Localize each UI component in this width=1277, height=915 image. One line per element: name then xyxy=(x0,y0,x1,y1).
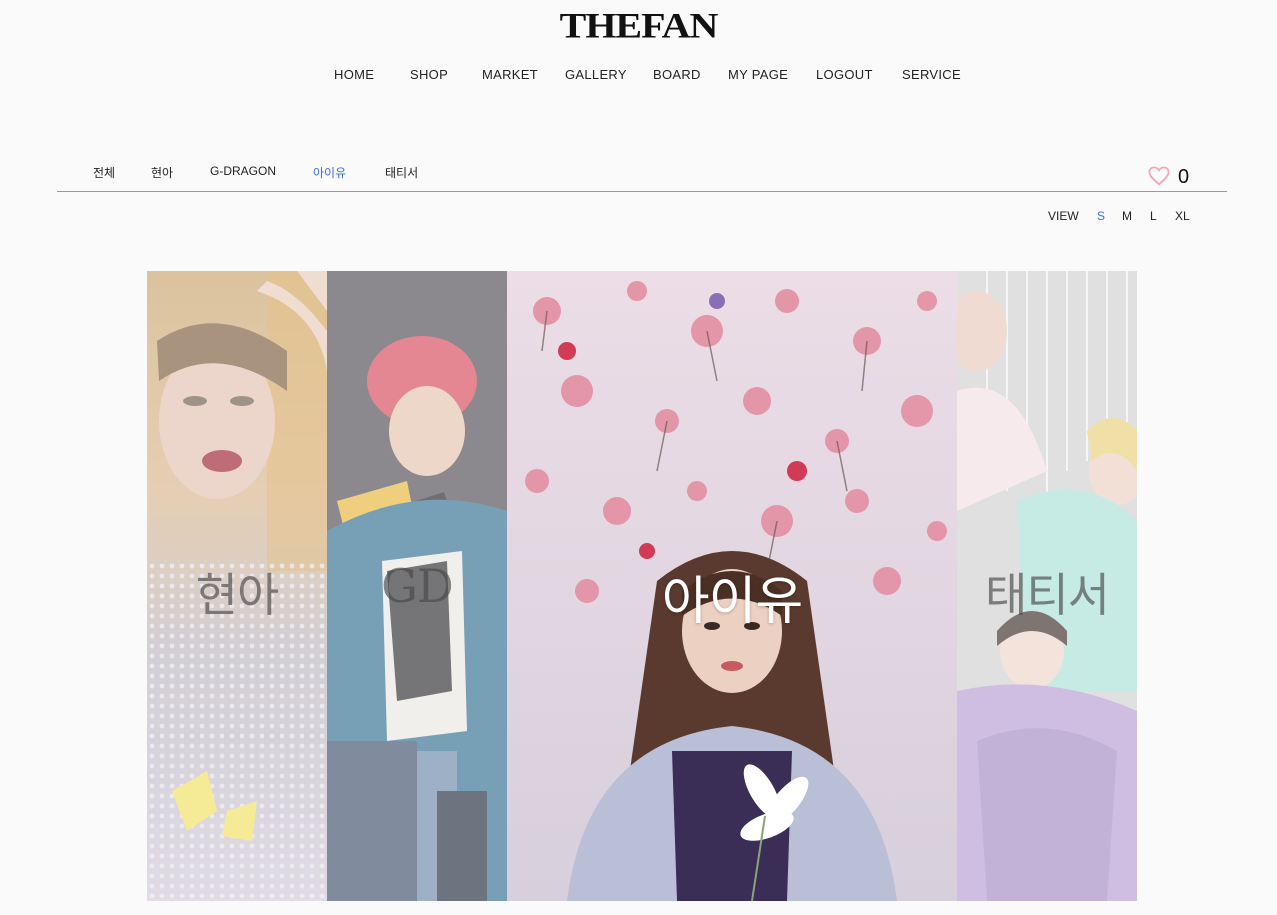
panel-caption: 현아 xyxy=(195,568,280,622)
view-label: VIEW xyxy=(1048,209,1079,223)
gallery-panel-gd[interactable]: GD xyxy=(327,271,507,901)
artist-gallery: 현아 GD 아이유 태티서 xyxy=(147,271,1137,901)
nav-home[interactable]: HOME xyxy=(334,67,374,82)
view-option-s[interactable]: S xyxy=(1097,209,1105,223)
nav-gallery[interactable]: GALLERY xyxy=(565,67,627,82)
nav-market[interactable]: MARKET xyxy=(482,67,538,82)
filter-iu[interactable]: 아이유 xyxy=(313,164,346,181)
nav-shop[interactable]: SHOP xyxy=(410,67,448,82)
nav-my-page[interactable]: MY PAGE xyxy=(728,67,788,82)
view-option-xl[interactable]: XL xyxy=(1175,209,1190,223)
site-logo[interactable]: THEFAN xyxy=(0,4,1277,46)
gallery-panel-iu[interactable]: 아이유 xyxy=(507,271,957,901)
heart-icon[interactable] xyxy=(1148,166,1170,186)
filter-g-dragon[interactable]: G-DRAGON xyxy=(210,164,276,178)
panel-caption: GD xyxy=(381,559,454,613)
filter-all[interactable]: 전체 xyxy=(93,164,115,181)
filter-taetiseo[interactable]: 태티서 xyxy=(385,164,418,181)
view-option-l[interactable]: L xyxy=(1150,209,1157,223)
nav-board[interactable]: BOARD xyxy=(653,67,701,82)
nav-logout[interactable]: LOGOUT xyxy=(816,67,873,82)
nav-service[interactable]: SERVICE xyxy=(902,67,961,82)
gallery-panel-taetiseo[interactable]: 태티서 xyxy=(957,271,1137,901)
main-nav: HOME SHOP MARKET GALLERY BOARD MY PAGE L… xyxy=(0,67,1277,85)
filter-hyuna[interactable]: 현아 xyxy=(151,164,173,181)
panel-caption: 태티서 xyxy=(985,568,1110,622)
gallery-panel-hyuna[interactable]: 현아 xyxy=(147,271,327,901)
like-count: 0 xyxy=(1178,166,1190,188)
panel-caption: 아이유 xyxy=(661,572,804,632)
view-option-m[interactable]: M xyxy=(1122,209,1132,223)
section-divider xyxy=(57,191,1227,192)
